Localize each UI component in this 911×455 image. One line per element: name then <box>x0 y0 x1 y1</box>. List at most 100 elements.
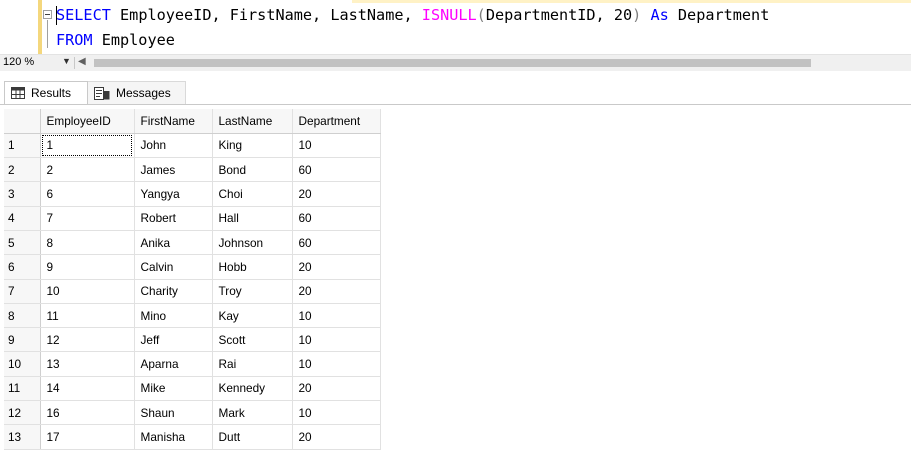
grid-icon <box>11 87 25 99</box>
cell-lastname[interactable]: Mark <box>212 400 293 426</box>
cell-firstname[interactable]: Robert <box>134 206 213 231</box>
cell-firstname[interactable]: Charity <box>134 279 213 304</box>
cell-firstname[interactable]: Calvin <box>134 254 213 280</box>
cell-lastname[interactable]: Rai <box>212 351 293 377</box>
cell-department[interactable]: 10 <box>292 400 381 426</box>
cell-lastname[interactable]: Johnson <box>212 230 293 256</box>
table-row[interactable]: 12 16 Shaun Mark 10 <box>4 400 381 426</box>
table-row[interactable]: 5 8 Anika Johnson 60 <box>4 230 381 256</box>
cell-lastname[interactable]: Bond <box>212 157 293 183</box>
tab-messages[interactable]: Messages <box>88 81 186 104</box>
cell-department[interactable]: 60 <box>292 206 381 231</box>
cell-employeeid[interactable]: 16 <box>40 400 135 426</box>
outline-line <box>47 20 48 48</box>
table-row[interactable]: 8 11 Mino Kay 10 <box>4 303 381 329</box>
cell-employeeid[interactable]: 11 <box>40 303 135 329</box>
cell-lastname[interactable]: Choi <box>212 181 293 207</box>
cell-employeeid[interactable]: 7 <box>40 206 135 231</box>
cell-firstname[interactable]: John <box>134 133 213 159</box>
table-row[interactable]: 9 12 Jeff Scott 10 <box>4 327 381 353</box>
column-header-firstname[interactable]: FirstName <box>134 109 213 134</box>
row-number[interactable]: 10 <box>4 351 41 377</box>
row-number[interactable]: 7 <box>4 279 41 304</box>
cell-lastname[interactable]: Kay <box>212 303 293 329</box>
cell-department[interactable]: 20 <box>292 254 381 280</box>
cell-employeeid[interactable]: 12 <box>40 327 135 353</box>
row-number[interactable]: 11 <box>4 376 41 402</box>
cell-lastname[interactable]: Hobb <box>212 254 293 280</box>
cell-firstname[interactable]: James <box>134 157 213 183</box>
query-editor[interactable]: SELECT EmployeeID, FirstName, LastName, … <box>0 0 911 54</box>
cell-lastname[interactable]: King <box>212 133 293 159</box>
cell-firstname[interactable]: Manisha <box>134 424 213 450</box>
row-number[interactable]: 12 <box>4 400 41 426</box>
cell-lastname[interactable]: Troy <box>212 279 293 304</box>
cell-department[interactable]: 10 <box>292 303 381 329</box>
row-number[interactable]: 9 <box>4 327 41 353</box>
cell-firstname[interactable]: Mino <box>134 303 213 329</box>
table-row[interactable]: 11 14 Mike Kennedy 20 <box>4 376 381 402</box>
tab-results-label: Results <box>31 86 72 100</box>
cell-employeeid[interactable]: 9 <box>40 254 135 280</box>
cell-department[interactable]: 10 <box>292 327 381 353</box>
table-row[interactable]: 10 13 Aparna Rai 10 <box>4 351 381 377</box>
cell-department[interactable]: 60 <box>292 230 381 256</box>
cell-department[interactable]: 20 <box>292 376 381 402</box>
table-row[interactable]: 7 10 Charity Troy 20 <box>4 279 381 304</box>
column-header-employeeid[interactable]: EmployeeID <box>40 109 135 134</box>
cell-firstname[interactable]: Aparna <box>134 351 213 377</box>
zoom-level[interactable]: 120 % <box>3 56 34 68</box>
tab-results[interactable]: Results <box>4 81 88 104</box>
cell-department[interactable]: 20 <box>292 279 381 304</box>
cell-lastname[interactable]: Hall <box>212 206 293 231</box>
row-number[interactable]: 3 <box>4 181 41 207</box>
horizontal-scrollbar-thumb[interactable] <box>94 59 811 67</box>
scroll-left-icon[interactable]: ◀ <box>78 56 86 67</box>
row-number[interactable]: 4 <box>4 206 41 231</box>
row-number[interactable]: 1 <box>4 133 41 159</box>
cell-lastname[interactable]: Scott <box>212 327 293 353</box>
row-number[interactable]: 2 <box>4 157 41 183</box>
text-cursor <box>56 6 57 25</box>
collapse-region-icon[interactable] <box>43 10 52 19</box>
column-header-department[interactable]: Department <box>292 109 381 134</box>
table-row[interactable]: 13 17 Manisha Dutt 20 <box>4 424 381 450</box>
table-row[interactable]: 4 7 Robert Hall 60 <box>4 206 381 231</box>
cell-department[interactable]: 10 <box>292 351 381 377</box>
code-line-2[interactable]: FROM Employee <box>56 30 175 50</box>
table-row[interactable]: 3 6 Yangya Choi 20 <box>4 181 381 207</box>
cell-department[interactable]: 10 <box>292 133 381 159</box>
cell-employeeid[interactable]: 13 <box>40 351 135 377</box>
cell-employeeid[interactable]: 8 <box>40 230 135 256</box>
cell-employeeid[interactable]: 6 <box>40 181 135 207</box>
table-row[interactable]: 1 1 John King 10 <box>4 133 381 159</box>
cell-employeeid[interactable]: 14 <box>40 376 135 402</box>
function-isnull: ISNULL <box>421 6 477 24</box>
cell-firstname[interactable]: Shaun <box>134 400 213 426</box>
cell-employeeid[interactable]: 2 <box>40 157 135 183</box>
cell-employeeid[interactable]: 10 <box>40 279 135 304</box>
column-header-lastname[interactable]: LastName <box>212 109 293 134</box>
results-grid[interactable]: EmployeeID FirstName LastName Department… <box>4 109 381 450</box>
cell-firstname[interactable]: Yangya <box>134 181 213 207</box>
cell-firstname[interactable]: Jeff <box>134 327 213 353</box>
row-number[interactable]: 13 <box>4 424 41 450</box>
row-number[interactable]: 8 <box>4 303 41 329</box>
cell-department[interactable]: 60 <box>292 157 381 183</box>
cell-firstname[interactable]: Anika <box>134 230 213 256</box>
table-row[interactable]: 6 9 Calvin Hobb 20 <box>4 254 381 280</box>
cell-lastname[interactable]: Dutt <box>212 424 293 450</box>
cell-department[interactable]: 20 <box>292 424 381 450</box>
table-row[interactable]: 2 2 James Bond 60 <box>4 157 381 183</box>
grid-header-row: EmployeeID FirstName LastName Department <box>4 109 381 134</box>
row-number[interactable]: 5 <box>4 230 41 256</box>
zoom-dropdown-icon[interactable]: ▼ <box>62 56 71 66</box>
cell-employeeid[interactable]: 1 <box>40 133 135 159</box>
cell-employeeid[interactable]: 17 <box>40 424 135 450</box>
cell-firstname[interactable]: Mike <box>134 376 213 402</box>
code-line-1[interactable]: SELECT EmployeeID, FirstName, LastName, … <box>56 5 769 25</box>
cell-lastname[interactable]: Kennedy <box>212 376 293 402</box>
row-number-header[interactable] <box>4 109 41 134</box>
cell-department[interactable]: 20 <box>292 181 381 207</box>
row-number[interactable]: 6 <box>4 254 41 280</box>
